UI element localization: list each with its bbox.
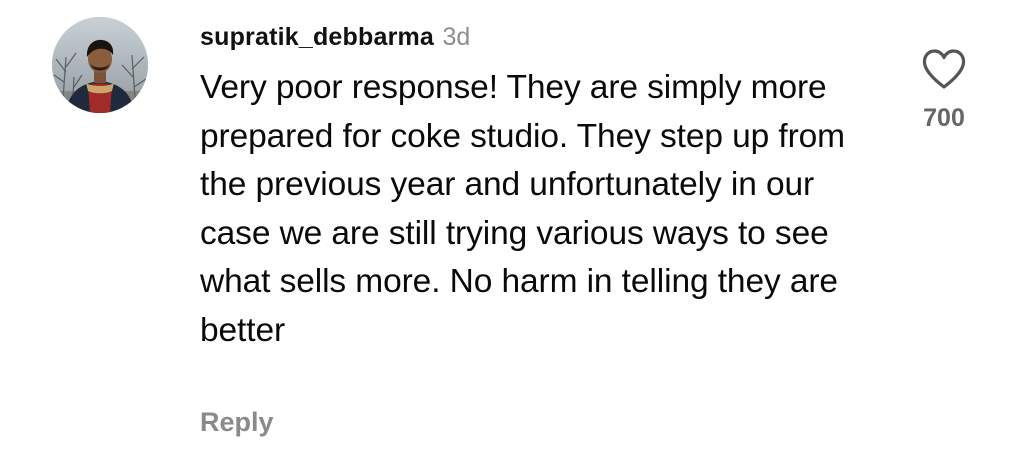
like-count: 700 [923, 104, 965, 132]
reply-button[interactable]: Reply [200, 407, 274, 438]
comment-text: Very poor response! They are simply more… [200, 69, 845, 349]
username[interactable]: supratik_debbarma [200, 23, 434, 51]
comment: supratik_debbarma 3d Very poor response!… [0, 0, 1024, 474]
heart-outline-icon[interactable] [921, 48, 967, 90]
avatar[interactable] [52, 17, 148, 113]
avatar-image [52, 17, 148, 113]
comment-header: supratik_debbarma 3d [200, 20, 470, 54]
timestamp: 3d [442, 23, 471, 51]
like-area: 700 [912, 48, 976, 133]
